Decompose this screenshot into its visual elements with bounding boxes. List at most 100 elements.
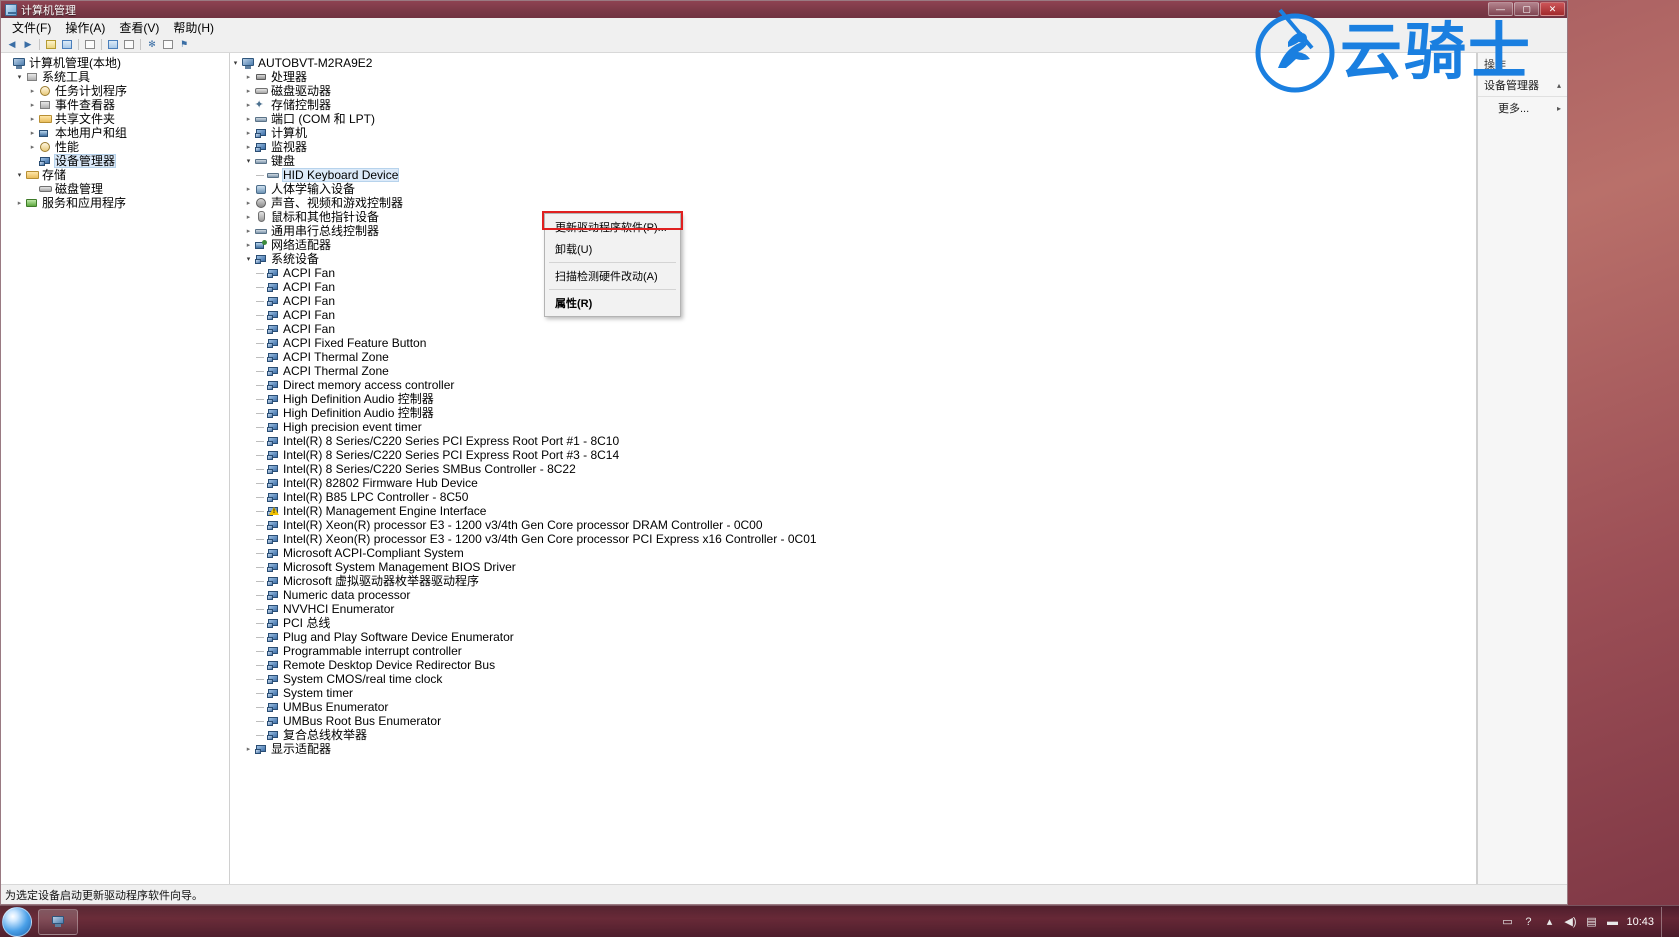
- system-device-23[interactable]: Numeric data processor: [230, 588, 1476, 602]
- sidebar-item-5[interactable]: ▸ 本地用户和组: [1, 126, 229, 140]
- system-device-30[interactable]: System timer: [230, 686, 1476, 700]
- sidebar-item-3[interactable]: ▸ 事件查看器: [1, 98, 229, 112]
- device-category-10[interactable]: ▸ 鼠标和其他指针设备: [230, 210, 1476, 224]
- battery-icon[interactable]: ▬: [1605, 915, 1619, 929]
- taskbar-clock[interactable]: 10:43: [1626, 916, 1654, 928]
- show-hidden-icon[interactable]: ▴: [1542, 915, 1556, 929]
- device-category-4[interactable]: ▸ 计算机: [230, 126, 1476, 140]
- system-device-0[interactable]: ACPI Fan: [230, 266, 1476, 280]
- sidebar-item-8[interactable]: ▾ 存储: [1, 168, 229, 182]
- expander-closed-icon[interactable]: ▸: [243, 742, 254, 756]
- context-menu-item-uninstall[interactable]: 卸载(U): [545, 238, 680, 260]
- expander-closed-icon[interactable]: ▸: [243, 112, 254, 126]
- menu-help[interactable]: 帮助(H): [166, 18, 221, 37]
- show-desktop-button[interactable]: [1661, 906, 1669, 937]
- expander-open-icon[interactable]: ▾: [243, 252, 254, 266]
- device-category-12[interactable]: ▸ 网络适配器: [230, 238, 1476, 252]
- system-device-24[interactable]: NVVHCI Enumerator: [230, 602, 1476, 616]
- expander-closed-icon[interactable]: ▸: [243, 210, 254, 224]
- device-category-1[interactable]: ▸ 磁盘驱动器: [230, 84, 1476, 98]
- system-device-13[interactable]: Intel(R) 8 Series/C220 Series PCI Expres…: [230, 448, 1476, 462]
- expander-closed-icon[interactable]: ▸: [243, 196, 254, 210]
- system-device-11[interactable]: High precision event timer: [230, 420, 1476, 434]
- system-device-10[interactable]: High Definition Audio 控制器: [230, 406, 1476, 420]
- expander-open-icon[interactable]: ▾: [230, 56, 241, 70]
- help-icon[interactable]: ?: [1521, 915, 1535, 929]
- expander-closed-icon[interactable]: ▸: [27, 84, 38, 98]
- scan-icon[interactable]: ⚑: [177, 38, 191, 51]
- close-button[interactable]: ✕: [1540, 2, 1565, 16]
- expander-closed-icon[interactable]: ▸: [27, 126, 38, 140]
- system-device-15[interactable]: Intel(R) 82802 Firmware Hub Device: [230, 476, 1476, 490]
- network-icon[interactable]: ▤: [1584, 915, 1598, 929]
- system-device-25[interactable]: PCI 总线: [230, 616, 1476, 630]
- device-category-13[interactable]: ▾ 系统设备: [230, 252, 1476, 266]
- device-category-9[interactable]: ▸ 声音、视频和游戏控制器: [230, 196, 1476, 210]
- system-device-33[interactable]: 复合总线枚举器: [230, 728, 1476, 742]
- expander-closed-icon[interactable]: ▸: [243, 126, 254, 140]
- properties-icon[interactable]: [106, 38, 120, 51]
- expander-closed-icon[interactable]: ▸: [14, 196, 25, 210]
- expander-open-icon[interactable]: ▾: [14, 70, 25, 84]
- actions-section-device-manager[interactable]: 设备管理器 ▴: [1478, 74, 1567, 97]
- system-device-12[interactable]: Intel(R) 8 Series/C220 Series PCI Expres…: [230, 434, 1476, 448]
- minimize-button[interactable]: —: [1488, 2, 1513, 16]
- menu-view[interactable]: 查看(V): [112, 18, 166, 37]
- context-menu-item-update-driver[interactable]: 更新驱动程序软件(P)...: [545, 216, 680, 238]
- system-device-26[interactable]: Plug and Play Software Device Enumerator: [230, 630, 1476, 644]
- system-device-31[interactable]: UMBus Enumerator: [230, 700, 1476, 714]
- sidebar-item-6[interactable]: ▸ 性能: [1, 140, 229, 154]
- sidebar-item-1[interactable]: ▾ 系统工具: [1, 70, 229, 84]
- device-category-11[interactable]: ▸ 通用串行总线控制器: [230, 224, 1476, 238]
- system-device-2[interactable]: ACPI Fan: [230, 294, 1476, 308]
- up-icon[interactable]: [44, 38, 58, 51]
- system-device-22[interactable]: Microsoft 虚拟驱动器枚举器驱动程序: [230, 574, 1476, 588]
- refresh-icon[interactable]: ✻: [145, 38, 159, 51]
- device-category-8[interactable]: ▸ 人体学输入设备: [230, 182, 1476, 196]
- forward-icon[interactable]: ▶: [21, 38, 35, 51]
- menu-file[interactable]: 文件(F): [5, 18, 58, 37]
- flag-icon[interactable]: ▭: [1500, 915, 1514, 929]
- system-device-7[interactable]: ACPI Thermal Zone: [230, 364, 1476, 378]
- system-device-28[interactable]: Remote Desktop Device Redirector Bus: [230, 658, 1476, 672]
- expander-closed-icon[interactable]: ▸: [243, 224, 254, 238]
- context-menu-item-properties[interactable]: 属性(R): [545, 292, 680, 314]
- help-icon[interactable]: [122, 38, 136, 51]
- system-device-4[interactable]: ACPI Fan: [230, 322, 1476, 336]
- system-device-8[interactable]: Direct memory access controller: [230, 378, 1476, 392]
- system-device-6[interactable]: ACPI Thermal Zone: [230, 350, 1476, 364]
- device-category-trailing-0[interactable]: ▸ 显示适配器: [230, 742, 1476, 756]
- actions-item-more[interactable]: 更多... ▸: [1478, 97, 1567, 119]
- system-device-18[interactable]: Intel(R) Xeon(R) processor E3 - 1200 v3/…: [230, 518, 1476, 532]
- expander-closed-icon[interactable]: ▸: [243, 238, 254, 252]
- system-device-16[interactable]: Intel(R) B85 LPC Controller - 8C50: [230, 490, 1476, 504]
- system-device-5[interactable]: ACPI Fixed Feature Button: [230, 336, 1476, 350]
- maximize-button[interactable]: ▢: [1514, 2, 1539, 16]
- device-category-2[interactable]: ▸ ✦ 存储控制器: [230, 98, 1476, 112]
- device-category-3[interactable]: ▸ 端口 (COM 和 LPT): [230, 112, 1476, 126]
- menu-action[interactable]: 操作(A): [58, 18, 112, 37]
- sidebar-item-10[interactable]: ▸ 服务和应用程序: [1, 196, 229, 210]
- system-device-20[interactable]: Microsoft ACPI-Compliant System: [230, 546, 1476, 560]
- system-device-9[interactable]: High Definition Audio 控制器: [230, 392, 1476, 406]
- taskbar-item-computer-management[interactable]: [38, 908, 78, 935]
- expander-closed-icon[interactable]: ▸: [243, 84, 254, 98]
- system-device-19[interactable]: Intel(R) Xeon(R) processor E3 - 1200 v3/…: [230, 532, 1476, 546]
- expander-closed-icon[interactable]: ▸: [243, 70, 254, 84]
- device-category-5[interactable]: ▸ 监视器: [230, 140, 1476, 154]
- sidebar-item-4[interactable]: ▸ 共享文件夹: [1, 112, 229, 126]
- device-tree-root[interactable]: ▾ AUTOBVT-M2RA9E2: [230, 56, 1476, 70]
- show-tree-icon[interactable]: [60, 38, 74, 51]
- expander-closed-icon[interactable]: ▸: [27, 98, 38, 112]
- sidebar-item-7[interactable]: 设备管理器: [1, 154, 229, 168]
- system-device-3[interactable]: ACPI Fan: [230, 308, 1476, 322]
- export-icon[interactable]: [161, 38, 175, 51]
- volume-icon[interactable]: ◀): [1563, 915, 1577, 929]
- expander-open-icon[interactable]: ▾: [243, 154, 254, 168]
- expander-closed-icon[interactable]: ▸: [243, 140, 254, 154]
- device-category-6[interactable]: ▾ 键盘: [230, 154, 1476, 168]
- system-device-21[interactable]: Microsoft System Management BIOS Driver: [230, 560, 1476, 574]
- list-icon[interactable]: [83, 38, 97, 51]
- system-device-1[interactable]: ACPI Fan: [230, 280, 1476, 294]
- expander-closed-icon[interactable]: ▸: [243, 182, 254, 196]
